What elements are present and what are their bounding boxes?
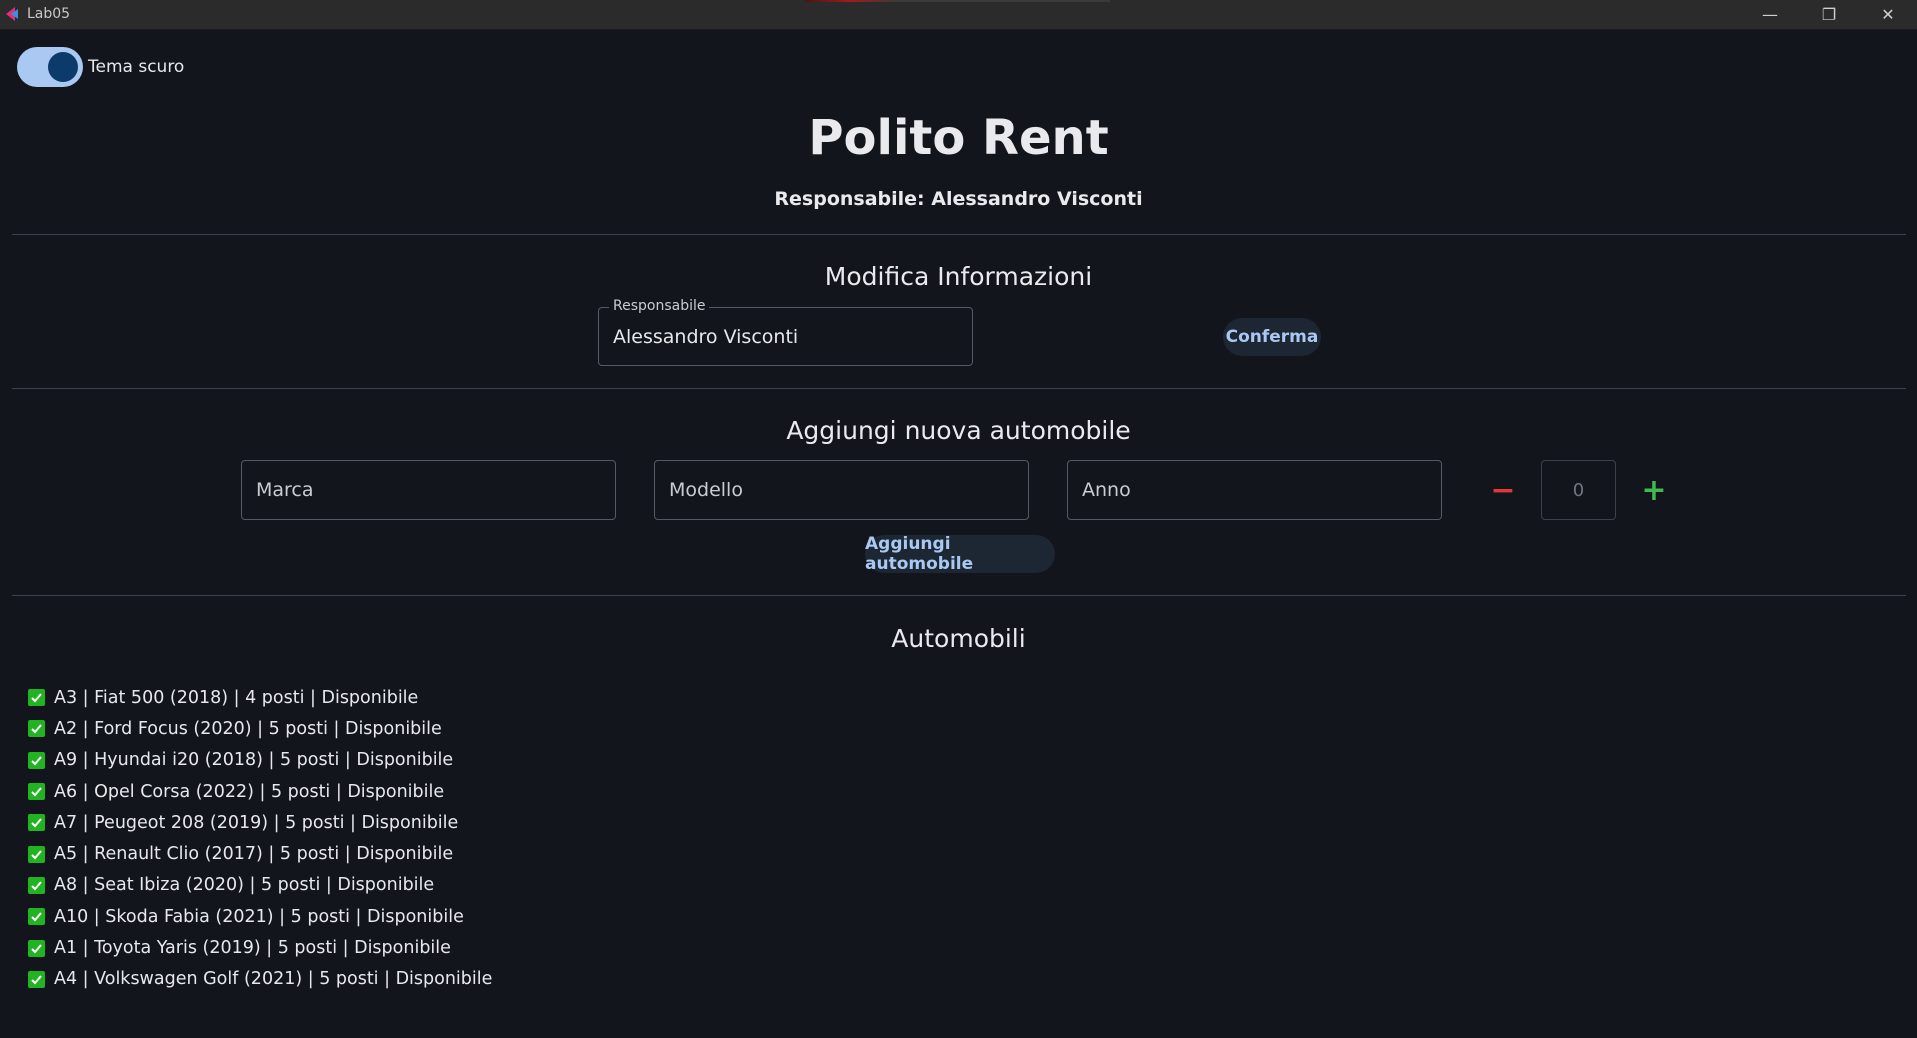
plus-icon: + — [1641, 472, 1667, 508]
divider — [12, 234, 1906, 235]
switch-knob — [48, 52, 78, 82]
year-placeholder: Anno — [1082, 479, 1131, 501]
manager-field-label: Responsabile — [609, 298, 710, 314]
check-icon — [28, 720, 45, 738]
check-icon — [28, 970, 45, 988]
car-item-text: A6 | Opel Corsa (2022) | 5 posti | Dispo… — [54, 781, 445, 802]
brand-placeholder: Marca — [256, 479, 314, 501]
car-list: A3 | Fiat 500 (2018) | 4 posti | Disponi… — [28, 682, 492, 995]
seats-count-field[interactable]: 0 — [1541, 460, 1616, 520]
car-list-item: A5 | Renault Clio (2017) | 5 posti | Dis… — [28, 838, 492, 869]
check-icon — [28, 845, 45, 863]
maximize-button[interactable]: ❐ — [1800, 0, 1858, 29]
divider — [12, 388, 1906, 389]
car-list-item: A3 | Fiat 500 (2018) | 4 posti | Disponi… — [28, 682, 492, 713]
check-icon — [28, 876, 45, 894]
manager-field-value: Alessandro Visconti — [613, 325, 799, 348]
car-list-item: A8 | Seat Ibiza (2020) | 5 posti | Dispo… — [28, 870, 492, 901]
restore-icon: ❐ — [1821, 5, 1837, 24]
add-car-button[interactable]: Aggiungi automobile — [865, 534, 1055, 574]
close-icon: ✕ — [1881, 5, 1895, 24]
car-item-text: A1 | Toyota Yaris (2019) | 5 posti | Dis… — [54, 938, 451, 959]
minus-icon: − — [1490, 472, 1516, 508]
manager-subtitle: Responsabile: Alessandro Visconti — [774, 188, 1143, 210]
car-item-text: A10 | Skoda Fabia (2021) | 5 posti | Dis… — [54, 906, 464, 927]
minimize-icon: — — [1762, 5, 1778, 24]
car-item-text: A4 | Volkswagen Golf (2021) | 5 posti | … — [54, 969, 493, 990]
dark-theme-label: Tema scuro — [88, 57, 185, 77]
model-placeholder: Modello — [669, 479, 743, 501]
car-list-item: A9 | Hyundai i20 (2018) | 5 posti | Disp… — [28, 745, 492, 776]
check-icon — [28, 783, 45, 801]
car-list-item: A6 | Opel Corsa (2022) | 5 posti | Dispo… — [28, 776, 492, 807]
check-icon — [28, 908, 45, 926]
car-list-item: A10 | Skoda Fabia (2021) | 5 posti | Dis… — [28, 901, 492, 932]
car-list-item: A1 | Toyota Yaris (2019) | 5 posti | Dis… — [28, 932, 492, 963]
car-list-item: A2 | Ford Focus (2020) | 5 posti | Dispo… — [28, 713, 492, 744]
check-icon — [28, 751, 45, 769]
car-item-text: A7 | Peugeot 208 (2019) | 5 posti | Disp… — [54, 812, 459, 833]
car-list-item: A7 | Peugeot 208 (2019) | 5 posti | Disp… — [28, 807, 492, 838]
decrease-seats-button[interactable]: − — [1483, 470, 1523, 510]
car-item-text: A5 | Renault Clio (2017) | 5 posti | Dis… — [54, 844, 454, 865]
check-icon — [28, 939, 45, 957]
cars-section-title: Automobili — [891, 624, 1026, 653]
check-icon — [28, 689, 45, 707]
increase-seats-button[interactable]: + — [1634, 470, 1674, 510]
manager-name-field[interactable]: Responsabile Alessandro Visconti — [598, 298, 973, 366]
year-input[interactable]: Anno — [1067, 460, 1442, 520]
page-title: Polito Rent — [808, 110, 1109, 166]
minimize-button[interactable]: — — [1741, 0, 1799, 29]
car-item-text: A9 | Hyundai i20 (2018) | 5 posti | Disp… — [54, 750, 454, 771]
edit-section-title: Modifica Informazioni — [824, 262, 1093, 291]
brand-input[interactable]: Marca — [241, 460, 616, 520]
car-list-item: A4 | Volkswagen Golf (2021) | 5 posti | … — [28, 964, 492, 995]
dark-theme-switch[interactable] — [17, 47, 83, 87]
close-button[interactable]: ✕ — [1859, 0, 1917, 29]
model-input[interactable]: Modello — [654, 460, 1029, 520]
app-icon — [6, 7, 18, 21]
car-item-text: A3 | Fiat 500 (2018) | 4 posti | Disponi… — [54, 687, 419, 708]
car-item-text: A8 | Seat Ibiza (2020) | 5 posti | Dispo… — [54, 875, 435, 896]
check-icon — [28, 814, 45, 832]
window-title: Lab05 — [27, 6, 71, 22]
add-car-section-title: Aggiungi nuova automobile — [786, 416, 1131, 445]
titlebar-accent-strip — [805, 0, 1110, 2]
car-item-text: A2 | Ford Focus (2020) | 5 posti | Dispo… — [54, 718, 442, 739]
window-titlebar: Lab05 — ❐ ✕ — [0, 0, 1917, 30]
confirm-button[interactable]: Conferma — [1223, 318, 1321, 356]
divider — [12, 595, 1906, 596]
